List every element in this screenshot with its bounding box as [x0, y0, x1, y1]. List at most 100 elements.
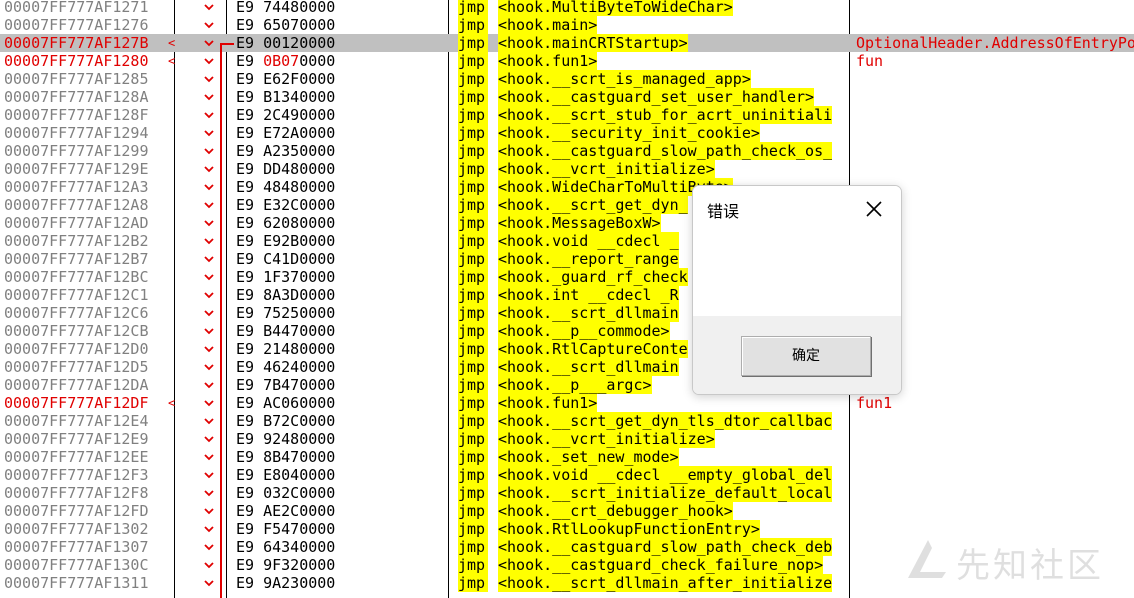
- chevron-down-icon[interactable]: [202, 433, 216, 445]
- chevron-down-icon[interactable]: [202, 91, 216, 103]
- disasm-row[interactable]: 00007FF777AF1271 E9 74480000 jmp <hook.Mult…: [0, 0, 1134, 16]
- disasm-row[interactable]: 00007FF777AF12C1 E9 8A3D0000 jmp <hook.int …: [0, 286, 1134, 304]
- mnemonic: jmp: [458, 502, 488, 520]
- dialog-message: [693, 232, 901, 316]
- chevron-down-icon[interactable]: [202, 577, 216, 589]
- disasm-row[interactable]: 00007FF777AF12D5 E9 46240000 jmp <hook.__sc…: [0, 358, 1134, 376]
- chevron-down-icon[interactable]: [202, 415, 216, 427]
- disasm-row[interactable]: 00007FF777AF1294 E9 E72A0000 jmp <hook.__se…: [0, 124, 1134, 142]
- instruction-bytes: E9 1F370000: [236, 268, 336, 286]
- address: 00007FF777AF12EE: [4, 448, 149, 466]
- disasm-row[interactable]: 00007FF777AF12F8 E9 032C0000 jmp <hook.__sc…: [0, 484, 1134, 502]
- disasm-row[interactable]: 00007FF777AF12AD E9 62080000 jmp <hook.Mess…: [0, 214, 1134, 232]
- address: 00007FF777AF12BC: [4, 268, 149, 286]
- operand: <hook.__scrt_get_dyn_tls_dtor_callbac: [498, 412, 833, 430]
- disasm-row[interactable]: 00007FF777AF12B2 E9 E92B0000 jmp <hook.void…: [0, 232, 1134, 250]
- instruction-bytes: E9 B72C0000: [236, 412, 336, 430]
- disasm-row[interactable]: 00007FF777AF1276 E9 65070000 jmp <hook.main…: [0, 16, 1134, 34]
- mnemonic: jmp: [458, 340, 488, 358]
- disasm-row[interactable]: 00007FF777AF12B7 E9 C41D0000 jmp <hook.__re…: [0, 250, 1134, 268]
- chevron-down-icon[interactable]: [202, 307, 216, 319]
- mnemonic: jmp: [458, 214, 488, 232]
- chevron-down-icon[interactable]: [202, 37, 216, 49]
- disasm-row[interactable]: 00007FF777AF12EE E9 8B470000 jmp <hook._set…: [0, 448, 1134, 466]
- chevron-down-icon[interactable]: [202, 505, 216, 517]
- chevron-down-icon[interactable]: [202, 451, 216, 463]
- chevron-down-icon[interactable]: [202, 181, 216, 193]
- operand: <hook.int __cdecl _R: [498, 286, 679, 304]
- disasm-row[interactable]: 00007FF777AF128F E9 2C490000 jmp <hook.__sc…: [0, 106, 1134, 124]
- disasm-row[interactable]: 00007FF777AF128A E9 B1340000 jmp <hook.__ca…: [0, 88, 1134, 106]
- jump-target-marker: <: [168, 54, 176, 68]
- chevron-down-icon[interactable]: [202, 217, 216, 229]
- chevron-down-icon[interactable]: [202, 343, 216, 355]
- chevron-down-icon[interactable]: [202, 523, 216, 535]
- disasm-row[interactable]: 00007FF777AF12E9 E9 92480000 jmp <hook.__vc…: [0, 430, 1134, 448]
- chevron-down-icon[interactable]: [202, 325, 216, 337]
- chevron-down-icon[interactable]: [202, 55, 216, 67]
- chevron-down-icon[interactable]: [202, 397, 216, 409]
- chevron-down-icon[interactable]: [202, 109, 216, 121]
- disasm-row[interactable]: 00007FF777AF12BC E9 1F370000 jmp <hook._gua…: [0, 268, 1134, 286]
- disasm-row[interactable]: 00007FF777AF129E E9 DD480000 jmp <hook.__vc…: [0, 160, 1134, 178]
- address: 00007FF777AF12D5: [4, 358, 149, 376]
- disasm-row[interactable]: 00007FF777AF12DF < E9 AC060000 jmp <hook.fun…: [0, 394, 1134, 412]
- address: 00007FF777AF12C6: [4, 304, 149, 322]
- close-icon[interactable]: [863, 198, 885, 220]
- operand: <hook.__scrt_initialize_default_local: [498, 484, 833, 502]
- chevron-down-icon[interactable]: [202, 487, 216, 499]
- disasm-row[interactable]: 00007FF777AF12CB E9 B4470000 jmp <hook.__p_…: [0, 322, 1134, 340]
- address: 00007FF777AF12C1: [4, 286, 149, 304]
- chevron-down-icon[interactable]: [202, 163, 216, 175]
- disasm-row[interactable]: 00007FF777AF12A8 E9 E32C0000 jmp <hook.__sc…: [0, 196, 1134, 214]
- instruction-bytes: E9 C41D0000: [236, 250, 336, 268]
- mnemonic: jmp: [458, 358, 488, 376]
- mnemonic: jmp: [458, 106, 488, 124]
- address: 00007FF777AF130C: [4, 556, 149, 574]
- disasm-row[interactable]: 00007FF777AF12E4 E9 B72C0000 jmp <hook.__sc…: [0, 412, 1134, 430]
- mnemonic: jmp: [458, 88, 488, 106]
- chevron-down-icon[interactable]: [202, 19, 216, 31]
- chevron-down-icon[interactable]: [202, 559, 216, 571]
- disasm-row[interactable]: 00007FF777AF12A3 E9 48480000 jmp <hook.Wide…: [0, 178, 1134, 196]
- instruction-bytes: E9 9F320000: [236, 556, 336, 574]
- instruction-bytes: E9 E72A0000: [236, 124, 336, 142]
- instruction-bytes: E9 2C490000: [236, 106, 336, 124]
- mnemonic: jmp: [458, 430, 488, 448]
- disasm-row[interactable]: 00007FF777AF12D0 E9 21480000 jmp <hook.RtlC…: [0, 340, 1134, 358]
- dialog-footer: 确定: [693, 316, 901, 394]
- disasm-row[interactable]: 00007FF777AF1299 E9 A2350000 jmp <hook.__ca…: [0, 142, 1134, 160]
- operand: <hook.__crt_debugger_hook>: [498, 502, 733, 520]
- disassembly-view[interactable]: 00007FF777AF1271 E9 74480000 jmp <hook.Mult…: [0, 0, 1134, 598]
- chevron-down-icon[interactable]: [202, 73, 216, 85]
- chevron-down-icon[interactable]: [202, 1, 216, 13]
- disasm-row[interactable]: 00007FF777AF127B < E9 00120000 jmp <hook.mai…: [0, 34, 1134, 52]
- chevron-down-icon[interactable]: [202, 127, 216, 139]
- chevron-down-icon[interactable]: [202, 289, 216, 301]
- address: 00007FF777AF12B7: [4, 250, 149, 268]
- chevron-down-icon[interactable]: [202, 253, 216, 265]
- chevron-down-icon[interactable]: [202, 271, 216, 283]
- operand: <hook.__report_range: [498, 250, 679, 268]
- disasm-row[interactable]: 00007FF777AF1280 < E9 0B070000 jmp <hook.fun…: [0, 52, 1134, 70]
- operand: <hook.fun1>: [498, 394, 598, 412]
- instruction-bytes: E9 E32C0000: [236, 196, 336, 214]
- operand: <hook.main>: [498, 16, 598, 34]
- chevron-down-icon[interactable]: [202, 199, 216, 211]
- ok-button[interactable]: 确定: [741, 336, 871, 376]
- chevron-down-icon[interactable]: [202, 235, 216, 247]
- chevron-down-icon[interactable]: [202, 145, 216, 157]
- operand: <hook.RtlCaptureConte: [498, 340, 688, 358]
- disasm-row[interactable]: 00007FF777AF12DA E9 7B470000 jmp <hook.__p_…: [0, 376, 1134, 394]
- disasm-row[interactable]: 00007FF777AF12FD E9 AE2C0000 jmp <hook.__cr…: [0, 502, 1134, 520]
- dialog-titlebar[interactable]: 错误: [693, 186, 901, 232]
- disasm-row[interactable]: 00007FF777AF12C6 E9 75250000 jmp <hook.__sc…: [0, 304, 1134, 322]
- chevron-down-icon[interactable]: [202, 361, 216, 373]
- disasm-row[interactable]: 00007FF777AF12F3 E9 E8040000 jmp <hook.void…: [0, 466, 1134, 484]
- comment: fun1: [856, 394, 893, 412]
- operand: <hook.MessageBoxW>: [498, 214, 661, 232]
- chevron-down-icon[interactable]: [202, 469, 216, 481]
- chevron-down-icon[interactable]: [202, 379, 216, 391]
- disasm-row[interactable]: 00007FF777AF1285 E9 E62F0000 jmp <hook.__sc…: [0, 70, 1134, 88]
- chevron-down-icon[interactable]: [202, 541, 216, 553]
